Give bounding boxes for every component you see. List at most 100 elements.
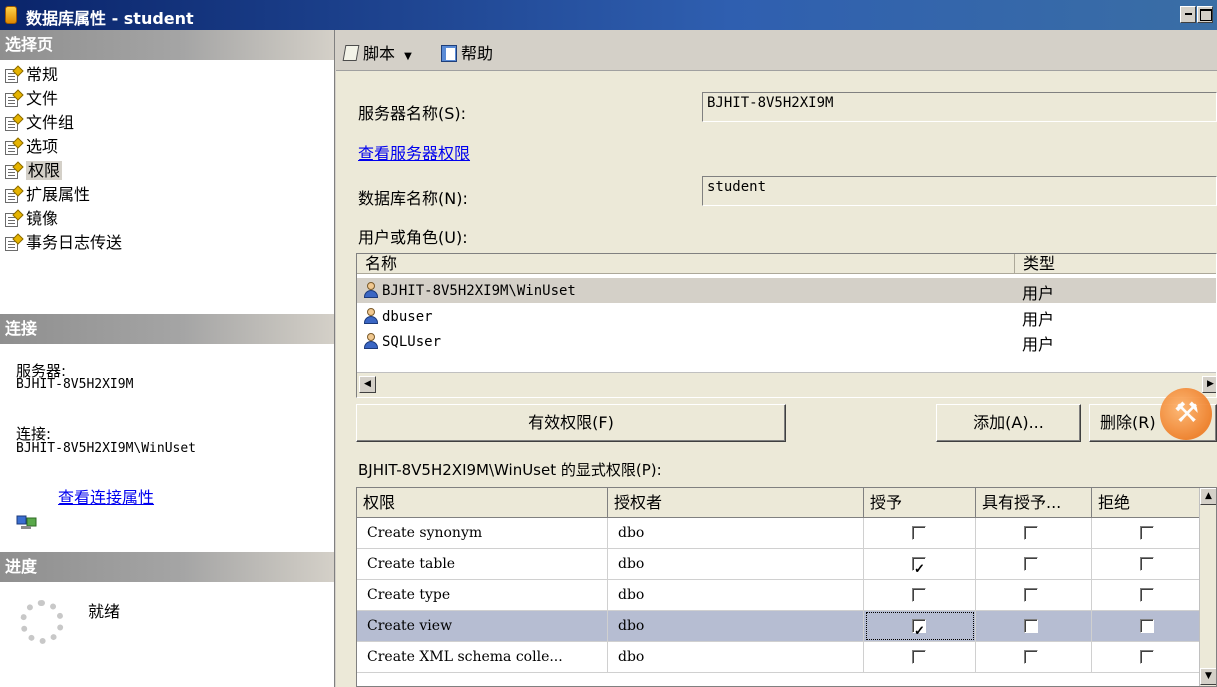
- server-name-label: 服务器名称(S):: [358, 104, 467, 123]
- users-label: 用户或角色(U):: [358, 228, 468, 247]
- script-label: 脚本: [363, 44, 396, 63]
- grant-checkbox[interactable]: [912, 588, 926, 602]
- connection-header: 连接: [0, 314, 334, 344]
- vertical-scrollbar[interactable]: ▲ ▼: [1199, 488, 1216, 686]
- database-icon: [5, 6, 17, 24]
- deny-checkbox[interactable]: [1140, 650, 1154, 664]
- deny-checkbox[interactable]: [1140, 557, 1154, 571]
- column-header-grantor[interactable]: 授权者: [608, 488, 864, 518]
- deny-checkbox[interactable]: [1140, 619, 1154, 633]
- server-name-field[interactable]: BJHIT-8V5H2XI9M: [702, 92, 1217, 122]
- permission-grantor: dbo: [608, 580, 864, 610]
- page-item-options[interactable]: 选项: [5, 135, 58, 158]
- deny-checkbox[interactable]: [1140, 526, 1154, 540]
- effective-permissions-button[interactable]: 有效权限(F): [356, 404, 786, 442]
- page-item-permissions[interactable]: 权限: [5, 159, 63, 182]
- column-header-name[interactable]: 名称: [357, 254, 1015, 274]
- permission-row[interactable]: Create type dbo: [357, 580, 1202, 611]
- page-label: 常规: [26, 65, 59, 84]
- user-name: SQLUser: [382, 334, 442, 350]
- with-grant-checkbox[interactable]: [1024, 557, 1038, 571]
- grant-checkbox[interactable]: [912, 526, 926, 540]
- page-item-log-shipping[interactable]: 事务日志传送: [5, 231, 122, 254]
- script-icon: [342, 44, 360, 62]
- user-row[interactable]: dbuser 用户: [357, 304, 1216, 329]
- page-item-filegroups[interactable]: 文件组: [5, 111, 74, 134]
- horizontal-scrollbar[interactable]: ◀ ▶: [357, 372, 1216, 397]
- connection-value: BJHIT-8V5H2XI9M\WinUset: [16, 441, 197, 456]
- property-page-icon: [5, 185, 24, 203]
- permission-name: Create table: [357, 549, 608, 579]
- property-page-icon: [5, 137, 24, 155]
- user-icon: [363, 333, 379, 349]
- server-value: BJHIT-8V5H2XI9M: [16, 377, 134, 392]
- user-type: 用户: [1022, 335, 1055, 354]
- property-page-icon: [5, 89, 24, 107]
- permission-name: Create XML schema colle...: [357, 642, 608, 672]
- user-row[interactable]: BJHIT-8V5H2XI9M\WinUset 用户: [357, 278, 1216, 303]
- with-grant-checkbox[interactable]: [1024, 526, 1038, 540]
- with-grant-checkbox[interactable]: [1024, 588, 1038, 602]
- with-grant-checkbox[interactable]: [1024, 619, 1038, 633]
- permission-row[interactable]: Create table dbo: [357, 549, 1202, 580]
- permission-row[interactable]: Create view dbo: [357, 611, 1202, 642]
- scroll-up-icon[interactable]: ▲: [1200, 488, 1216, 505]
- column-header-permission[interactable]: 权限: [357, 488, 608, 518]
- column-header-with-grant[interactable]: 具有授予...: [976, 488, 1092, 518]
- help-button[interactable]: 帮助: [440, 40, 493, 64]
- connection-properties-icon: [16, 515, 37, 529]
- title-bar[interactable]: 数据库属性 - student: [0, 0, 1217, 30]
- progress-spinner-icon: [20, 600, 64, 644]
- window-title: 数据库属性 - student: [26, 9, 194, 28]
- page-item-mirroring[interactable]: 镜像: [5, 207, 58, 230]
- permission-grantor: dbo: [608, 549, 864, 579]
- grant-checkbox[interactable]: [912, 650, 926, 664]
- page-label: 镜像: [26, 209, 59, 228]
- add-button[interactable]: 添加(A)...: [936, 404, 1081, 442]
- page-item-general[interactable]: 常规: [5, 63, 58, 86]
- toolbar: 脚本 ▼ 帮助: [336, 30, 1217, 71]
- column-header-grant[interactable]: 授予: [864, 488, 976, 518]
- column-header-deny[interactable]: 拒绝: [1092, 488, 1202, 518]
- permission-grantor: dbo: [608, 611, 864, 641]
- deny-checkbox[interactable]: [1140, 588, 1154, 602]
- progress-status: 就绪: [88, 602, 121, 621]
- page-label: 事务日志传送: [26, 233, 123, 252]
- user-type: 用户: [1022, 284, 1055, 303]
- page-item-files[interactable]: 文件: [5, 87, 58, 110]
- scroll-left-icon[interactable]: ◀: [359, 376, 376, 393]
- users-list[interactable]: 名称 类型 BJHIT-8V5H2XI9M\WinUset 用户 dbuser …: [356, 253, 1217, 398]
- page-label: 选项: [26, 137, 59, 156]
- view-server-permissions-link[interactable]: 查看服务器权限: [358, 140, 470, 164]
- help-label: 帮助: [461, 44, 494, 63]
- floating-tool-icon[interactable]: ⚒: [1160, 388, 1212, 440]
- permission-name: Create view: [357, 611, 608, 641]
- permission-name: Create type: [357, 580, 608, 610]
- permission-grantor: dbo: [608, 642, 864, 672]
- page-item-extended-properties[interactable]: 扩展属性: [5, 183, 90, 206]
- explicit-permissions-label: BJHIT-8V5H2XI9M\WinUset 的显式权限(P):: [358, 461, 662, 479]
- permission-row[interactable]: Create synonym dbo: [357, 518, 1202, 549]
- grant-checkbox[interactable]: [912, 555, 926, 579]
- user-icon: [363, 282, 379, 298]
- user-type: 用户: [1022, 310, 1055, 329]
- progress-header: 进度: [0, 552, 334, 582]
- user-icon: [363, 308, 379, 324]
- grant-checkbox[interactable]: [912, 617, 926, 641]
- permissions-grid[interactable]: 权限 授权者 授予 具有授予... 拒绝 Create synonym dbo …: [356, 487, 1217, 687]
- scroll-right-icon[interactable]: ▶: [1202, 376, 1216, 393]
- maximize-button[interactable]: [1197, 6, 1213, 23]
- property-page-icon: [5, 209, 24, 227]
- db-name-field[interactable]: student: [702, 176, 1217, 206]
- view-connection-properties-link[interactable]: 查看连接属性: [58, 484, 154, 508]
- with-grant-checkbox[interactable]: [1024, 650, 1038, 664]
- page-label: 文件: [26, 89, 59, 108]
- minimize-button[interactable]: [1180, 6, 1196, 23]
- column-header-type[interactable]: 类型: [1015, 254, 1216, 274]
- script-button[interactable]: 脚本 ▼: [342, 40, 412, 64]
- permission-row[interactable]: Create XML schema colle... dbo: [357, 642, 1202, 673]
- dropdown-arrow-icon[interactable]: ▼: [404, 51, 412, 62]
- scroll-down-icon[interactable]: ▼: [1200, 668, 1216, 685]
- user-row[interactable]: SQLUser 用户: [357, 329, 1216, 354]
- property-page-icon: [5, 113, 24, 131]
